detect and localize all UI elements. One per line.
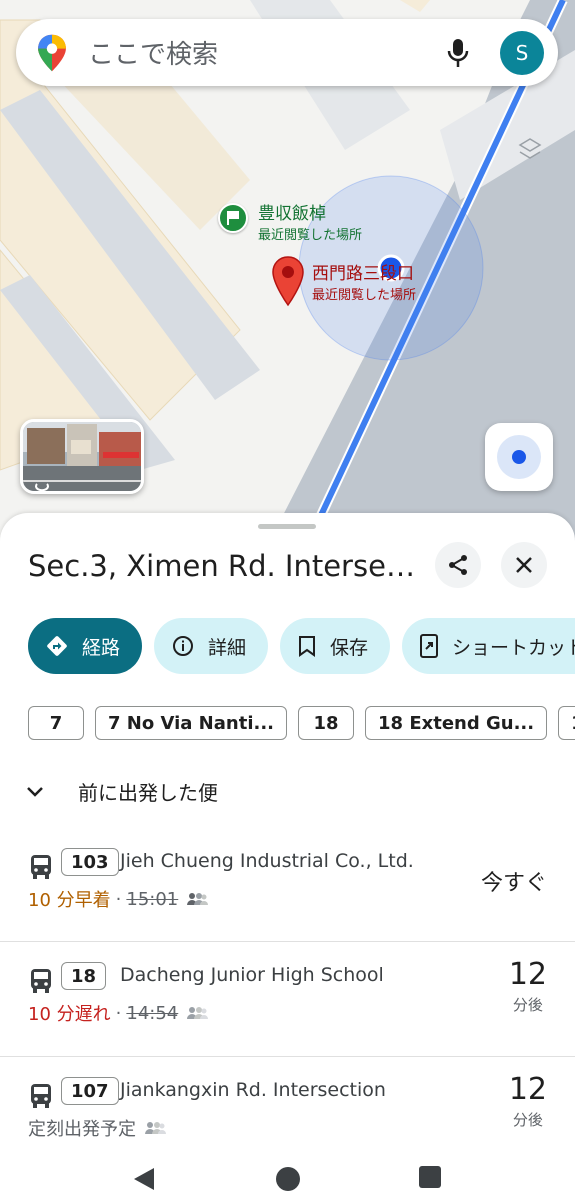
route-number: 107 (61, 1077, 119, 1105)
headsign: Dacheng Junior High School (120, 964, 384, 986)
account-avatar[interactable]: S (500, 30, 544, 75)
departure-row[interactable]: 107 Jiankangxin Rd. Intersection 定刻出発予定 … (0, 1058, 575, 1172)
my-location-button[interactable] (485, 423, 553, 491)
route-chips: 7 7 No Via Nanti... 18 18 Extend Gu... 1… (28, 706, 575, 740)
action-buttons: 経路 詳細 保存 ショートカット (28, 618, 575, 674)
poi-stop-subtitle: 最近閲覧した場所 (312, 288, 417, 303)
map-view[interactable]: ここで検索 S 豊収飯棹 最近閲覧した場所 西門路三段口 最近閲覧した場所 (0, 0, 575, 560)
departure-status: 10 分早着 · 15:01 (28, 886, 209, 912)
microphone-icon[interactable] (438, 33, 478, 73)
scheduled-time: 15:01 (126, 888, 179, 910)
poi-restaurant-subtitle: 最近閲覧した場所 (258, 228, 363, 243)
headsign: Jiankangxin Rd. Intersection (120, 1079, 386, 1101)
directions-label: 経路 (82, 636, 121, 659)
crowd-icon (144, 1120, 166, 1136)
close-icon (516, 557, 532, 573)
status-label: 10 分早着 (28, 890, 111, 911)
bus-icon (31, 855, 51, 879)
my-location-icon (497, 435, 541, 479)
status-label: 10 分遅れ (28, 1004, 111, 1025)
close-button[interactable] (501, 542, 547, 588)
directions-icon (46, 635, 68, 657)
minutes-unit: 分後 (512, 1111, 543, 1129)
minutes-unit: 分後 (512, 996, 543, 1014)
maps-logo-icon (38, 34, 66, 71)
home-icon[interactable] (275, 1166, 301, 1192)
route-number: 103 (61, 848, 119, 876)
scheduled-time: 14:54 (126, 1002, 179, 1024)
shortcut-button[interactable]: ショートカット (402, 618, 575, 674)
save-label: 保存 (330, 636, 369, 659)
search-bar[interactable]: ここで検索 S (16, 19, 558, 86)
save-button[interactable]: 保存 (280, 618, 391, 674)
recents-icon[interactable] (419, 1166, 441, 1188)
details-button[interactable]: 詳細 (154, 618, 269, 674)
departure-status: 定刻出発予定 (28, 1115, 166, 1141)
route-number: 18 (61, 962, 107, 990)
previous-departures-label: 前に出発した便 (78, 781, 218, 805)
bus-icon (31, 969, 51, 993)
crowd-icon (186, 1005, 209, 1021)
status-label: 定刻出発予定 (28, 1119, 136, 1140)
divider (0, 1056, 575, 1057)
divider (0, 941, 575, 942)
headsign: Jieh Chueng Industrial Co., Ltd. (120, 850, 414, 872)
route-chip[interactable]: 18 to B (558, 706, 575, 740)
place-title: Sec.3, Ximen Rd. Intersection (28, 549, 420, 583)
flag-icon (218, 203, 248, 233)
chevron-down-icon (26, 786, 46, 798)
departure-row[interactable]: 103 Jieh Chueng Industrial Co., Ltd. 10 … (0, 829, 575, 943)
crowd-icon (186, 891, 209, 907)
bookmark-icon (298, 635, 316, 657)
map-pin-icon (272, 256, 304, 307)
route-chip[interactable]: 18 (298, 706, 354, 740)
bus-icon (31, 1084, 51, 1108)
place-sheet: Sec.3, Ximen Rd. Intersection 経路 詳細 保存 シ… (0, 513, 575, 1199)
drag-handle[interactable] (258, 524, 316, 529)
info-icon (172, 635, 194, 657)
route-chip[interactable]: 7 (28, 706, 84, 740)
directions-button[interactable]: 経路 (28, 618, 143, 674)
departure-row[interactable]: 18 Dacheng Junior High School 10 分遅れ · 1… (0, 943, 575, 1057)
departure-time: 今すぐ (480, 871, 547, 896)
minutes-until: 12 分後 (509, 957, 547, 1015)
route-chip[interactable]: 18 Extend Gu... (365, 706, 548, 740)
street-view-thumbnail[interactable] (20, 419, 144, 494)
previous-departures-toggle[interactable]: 前に出発した便 (26, 777, 218, 806)
details-label: 詳細 (208, 636, 247, 659)
shortcut-label: ショートカット (452, 636, 575, 659)
shortcut-icon (420, 634, 439, 658)
back-icon[interactable] (132, 1166, 156, 1192)
share-icon (449, 555, 467, 575)
search-input[interactable]: ここで検索 (88, 34, 438, 71)
street-view-image (23, 422, 141, 491)
route-chip[interactable]: 7 No Via Nanti... (95, 706, 287, 740)
poi-restaurant-name: 豊収飯棹 (258, 204, 326, 224)
system-nav-bar (0, 1160, 575, 1199)
minutes-value: 12 (508, 957, 547, 992)
departure-status: 10 分遅れ · 14:54 (28, 1000, 209, 1026)
poi-stop-name: 西門路三段口 (312, 264, 414, 284)
share-button[interactable] (435, 542, 481, 588)
minutes-value: 12 (508, 1072, 547, 1107)
minutes-until: 12 分後 (509, 1072, 547, 1130)
